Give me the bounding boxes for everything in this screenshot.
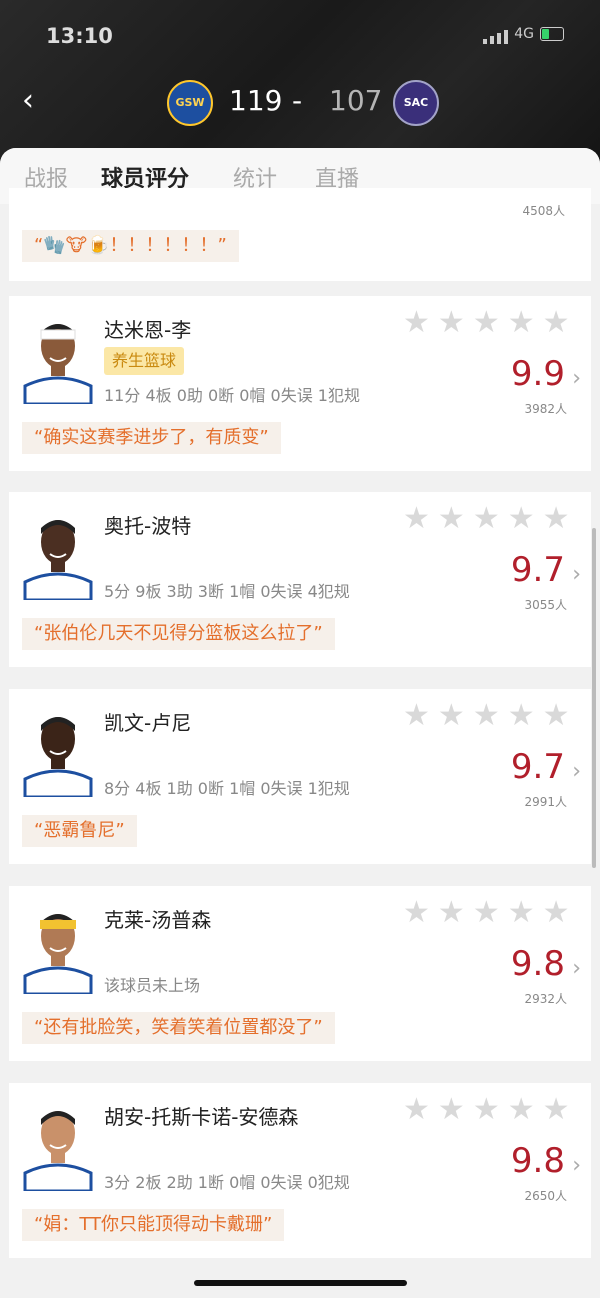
rating-count: 2650人 [524,1189,567,1203]
network-label: 4G [514,26,534,42]
star-icon[interactable]: ★ [473,701,500,731]
status-time: 13:10 [46,24,113,48]
player-avatar [21,508,95,600]
player-stats: 8分 4板 1助 0断 1帽 0失误 1犯规 [104,779,350,798]
player-avatar [21,902,95,994]
chevron-right-icon: › [572,562,581,587]
player-name: 凯文-卢尼 [104,711,192,735]
top-comment: “确实这赛季进步了，有质变” [22,422,281,454]
star-icon[interactable]: ★ [543,308,570,338]
star-icon[interactable]: ★ [473,504,500,534]
player-rating: 9.8 [510,1141,565,1181]
star-icon[interactable]: ★ [438,701,465,731]
rating-count: 4508人 [522,204,565,218]
away-team-logo: SAC [393,80,439,126]
player-name: 克莱-汤普森 [104,908,212,932]
rating-count: 2991人 [524,795,567,809]
top-comment: “🧤🐮🍺！！！！！！” [22,230,239,262]
star-icon[interactable]: ★ [403,1095,430,1125]
player-name: 胡安-托斯卡诺-安德森 [104,1105,299,1129]
rating-stars[interactable]: ★ ★ ★ ★ ★ [403,701,570,731]
rating-stars[interactable]: ★ ★ ★ ★ ★ [403,898,570,928]
player-card[interactable]: 凯文-卢尼 8分 4板 1助 0断 1帽 0失误 1犯规 ★ ★ ★ ★ ★ 9.7 › 2991… [9,689,591,864]
scrollbar[interactable] [592,528,596,868]
star-icon[interactable]: ★ [403,504,430,534]
star-icon[interactable]: ★ [403,701,430,731]
star-icon[interactable]: ★ [543,1095,570,1125]
player-badge: 养生篮球 [104,347,185,375]
player-avatar [21,1099,95,1191]
star-icon[interactable]: ★ [508,504,535,534]
signal-icon [483,28,508,44]
star-icon[interactable]: ★ [508,1095,535,1125]
status-bar: 13:10 4G [0,18,600,52]
star-icon[interactable]: ★ [473,898,500,928]
top-comment: “恶霸鲁尼” [22,815,137,847]
player-stats: 5分 9板 3助 3断 1帽 0失误 4犯规 [104,582,350,601]
score-separator: - [292,84,303,117]
player-stats: 该球员未上场 [104,976,201,995]
home-indicator [194,1280,407,1286]
star-icon[interactable]: ★ [543,701,570,731]
player-avatar [21,312,95,404]
rating-stars[interactable]: ★ ★ ★ ★ ★ [403,308,570,338]
away-score: 107 [329,84,383,117]
top-comment: “娟：TT你只能顶得动卡戴珊” [22,1209,285,1241]
player-card-partial[interactable]: 4508人 “🧤🐮🍺！！！！！！” [9,188,591,281]
chevron-right-icon: › [572,759,581,784]
star-icon[interactable]: ★ [543,898,570,928]
player-avatar [21,705,95,797]
star-icon[interactable]: ★ [403,898,430,928]
player-stats: 3分 2板 2助 1断 0帽 0失误 0犯规 [104,1173,350,1192]
player-rating: 9.7 [510,747,565,787]
star-icon[interactable]: ★ [473,308,500,338]
top-comment: “张伯伦几天不见得分篮板这么拉了” [22,618,335,650]
star-icon[interactable]: ★ [438,898,465,928]
player-rating: 9.7 [510,550,565,590]
player-rating: 9.8 [510,944,565,984]
rating-count: 2932人 [524,992,567,1006]
battery-icon [540,27,564,41]
rating-count: 3982人 [524,402,567,416]
player-name: 奥托-波特 [104,514,192,538]
game-header: 13:10 4G ‹ GSW 119 - 107 SAC [0,0,600,160]
star-icon[interactable]: ★ [438,504,465,534]
star-icon[interactable]: ★ [438,1095,465,1125]
player-rating: 9.9 [510,354,565,394]
home-score: 119 [229,84,283,117]
star-icon[interactable]: ★ [508,701,535,731]
rating-stars[interactable]: ★ ★ ★ ★ ★ [403,504,570,534]
player-card[interactable]: 奥托-波特 5分 9板 3助 3断 1帽 0失误 4犯规 ★ ★ ★ ★ ★ 9.7 › 3055… [9,492,591,667]
chevron-right-icon: › [572,1153,581,1178]
back-icon[interactable]: ‹ [22,84,52,118]
rating-count: 3055人 [524,598,567,612]
star-icon[interactable]: ★ [438,308,465,338]
top-comment: “还有批脸笑，笑着笑着位置都没了” [22,1012,335,1044]
star-icon[interactable]: ★ [508,898,535,928]
player-card[interactable]: 克莱-汤普森该球员未上场 ★ ★ ★ ★ ★ 9.8 › 2932人 “还有批脸笑，笑着笑着位置都… [9,886,591,1061]
chevron-right-icon: › [572,956,581,981]
star-icon[interactable]: ★ [543,504,570,534]
player-card[interactable]: 达米恩-李养生篮球 11分 4板 0助 0断 0帽 0失误 1犯规 ★ ★ ★ ★ ★ 9.9… [9,296,591,471]
player-name: 达米恩-李 [104,318,192,342]
content-sheet: 战报 球员评分 统计 直播 4508人 “🧤🐮🍺！！！！！！” 达米恩-李 养生篮… [0,148,600,1298]
rating-stars[interactable]: ★ ★ ★ ★ ★ [403,1095,570,1125]
star-icon[interactable]: ★ [508,308,535,338]
home-team-logo: GSW [167,80,213,126]
player-stats: 11分 4板 0助 0断 0帽 0失误 1犯规 [104,386,360,405]
chevron-right-icon: › [572,366,581,391]
player-card[interactable]: 胡安-托斯卡诺-安德森 3分 2板 2助 1断 0帽 0失误 0犯规 ★ ★ ★ ★ ★ 9.… [9,1083,591,1258]
star-icon[interactable]: ★ [403,308,430,338]
star-icon[interactable]: ★ [473,1095,500,1125]
